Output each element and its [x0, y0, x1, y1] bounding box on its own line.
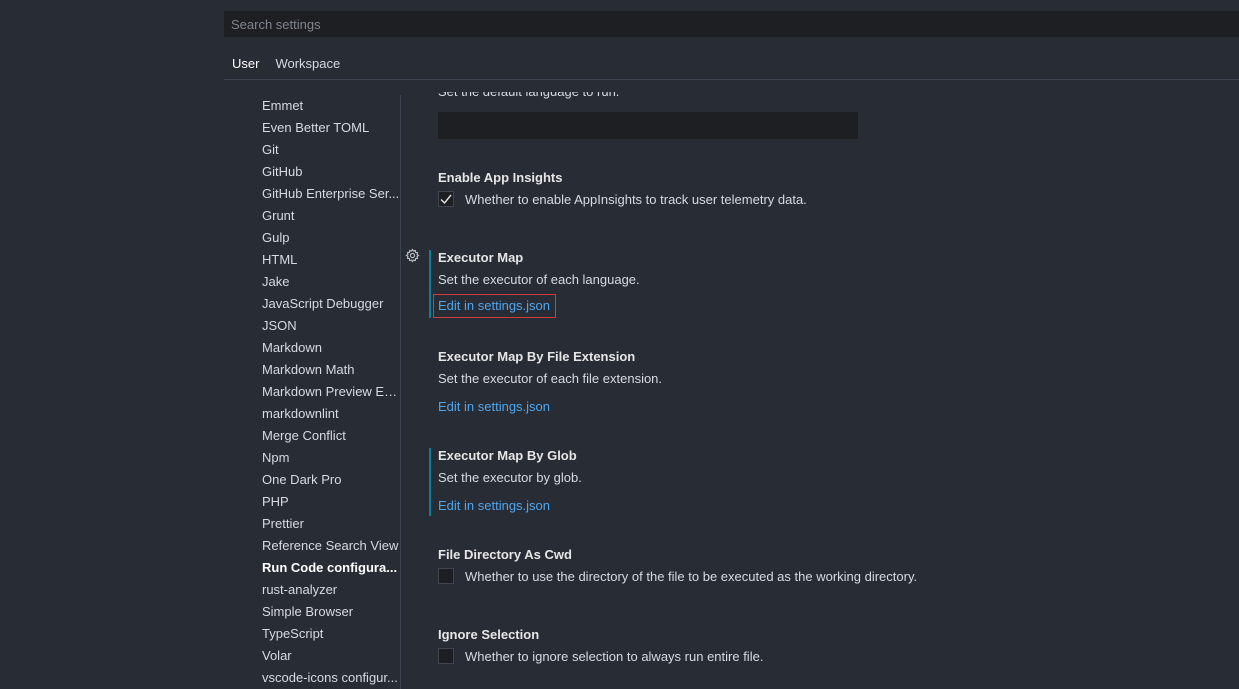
setting-executor-map-by-glob: Executor Map By Glob Set the executor by… [429, 448, 1189, 518]
edit-in-settings-json-link[interactable]: Edit in settings.json [438, 498, 550, 513]
edit-in-settings-json-link[interactable]: Edit in settings.json [438, 399, 550, 414]
toc-item-gulp[interactable]: Gulp [224, 227, 400, 249]
setting-description: Set the executor of each language. [438, 272, 640, 287]
file-directory-as-cwd-checkbox[interactable] [438, 568, 454, 584]
setting-checkbox-row: Whether to enable AppInsights to track u… [438, 191, 807, 207]
gear-icon[interactable] [405, 248, 420, 263]
setting-description: Set the executor by glob. [438, 470, 582, 485]
setting-description: Whether to enable AppInsights to track u… [465, 191, 807, 207]
toc-item-git[interactable]: Git [224, 139, 400, 161]
default-language-input[interactable] [438, 112, 858, 139]
setting-checkbox-row: Whether to ignore selection to always ru… [438, 648, 763, 664]
toc-item-emmet[interactable]: Emmet [224, 95, 400, 117]
toc-item-grunt[interactable]: Grunt [224, 205, 400, 227]
toc-item-npm[interactable]: Npm [224, 447, 400, 469]
toc-item-prettier[interactable]: Prettier [224, 513, 400, 535]
setting-title: Executor Map By Glob [438, 448, 577, 463]
tab-user[interactable]: User [224, 50, 268, 80]
toc-item-jake[interactable]: Jake [224, 271, 400, 293]
toc-item-markdown-preview-enhanced[interactable]: Markdown Preview En... [224, 381, 400, 403]
toc-item-simple-browser[interactable]: Simple Browser [224, 601, 400, 623]
setting-title: Executor Map By File Extension [438, 349, 636, 364]
toc-item-rust-analyzer[interactable]: rust-analyzer [224, 579, 400, 601]
setting-enable-app-insights: Enable App Insights Whether to enable Ap… [429, 170, 1189, 220]
toc-item-even-better-toml[interactable]: Even Better TOML [224, 117, 400, 139]
toc-item-merge-conflict[interactable]: Merge Conflict [224, 425, 400, 447]
toc-item-typescript[interactable]: TypeScript [224, 623, 400, 645]
setting-checkbox-row: Whether to use the directory of the file… [438, 568, 917, 584]
toc-item-reference-search-view[interactable]: Reference Search View [224, 535, 400, 557]
default-language-description: Set the default language to run. [438, 84, 620, 99]
setting-description: Set the executor of each file extension. [438, 371, 663, 386]
setting-title: Ignore Selection [438, 627, 540, 642]
toc-item-php[interactable]: PHP [224, 491, 400, 513]
toc-item-markdown-math[interactable]: Markdown Math [224, 359, 400, 381]
edit-in-settings-json-link[interactable]: Edit in settings.json [432, 294, 557, 318]
ignore-selection-checkbox[interactable] [438, 648, 454, 664]
toc-item-volar[interactable]: Volar [224, 645, 400, 667]
setting-executor-map-by-file-extension: Executor Map By File Extension Set the e… [429, 349, 1189, 419]
tab-workspace[interactable]: Workspace [267, 50, 348, 79]
toc-item-markdown[interactable]: Markdown [224, 337, 400, 359]
toc-item-markdownlint[interactable]: markdownlint [224, 403, 400, 425]
toc-item-html[interactable]: HTML [224, 249, 400, 271]
setting-title: Executor Map [438, 250, 524, 265]
toc-item-javascript-debugger[interactable]: JavaScript Debugger [224, 293, 400, 315]
settings-editor: User Workspace Emmet Even Better TOML Gi… [0, 0, 1239, 689]
setting-ignore-selection: Ignore Selection Whether to ignore selec… [429, 627, 1189, 677]
check-icon [440, 194, 452, 205]
settings-scope-tabs: User Workspace [224, 50, 348, 80]
setting-description: Whether to ignore selection to always ru… [465, 648, 764, 664]
toc-item-github-enterprise[interactable]: GitHub Enterprise Ser... [224, 183, 400, 205]
toc-item-github[interactable]: GitHub [224, 161, 400, 183]
search-settings-box[interactable] [224, 11, 1239, 37]
toc-item-json[interactable]: JSON [224, 315, 400, 337]
setting-file-directory-as-cwd: File Directory As Cwd Whether to use the… [429, 547, 1189, 597]
settings-list: Set the default language to run. Enable … [401, 80, 1239, 689]
setting-description: Whether to use the directory of the file… [465, 568, 918, 584]
setting-title: Enable App Insights [438, 170, 563, 185]
search-settings-input[interactable] [231, 16, 1232, 32]
settings-table-of-contents: Emmet Even Better TOML Git GitHub GitHub… [224, 95, 400, 689]
toc-item-run-code-configuration[interactable]: Run Code configura... [224, 557, 400, 579]
enable-app-insights-checkbox[interactable] [438, 191, 454, 207]
setting-executor-map: Executor Map Set the executor of each la… [429, 250, 1189, 320]
toc-item-one-dark-pro[interactable]: One Dark Pro [224, 469, 400, 491]
toc-item-vscode-icons[interactable]: vscode-icons configur... [224, 667, 400, 689]
setting-title: File Directory As Cwd [438, 547, 572, 562]
